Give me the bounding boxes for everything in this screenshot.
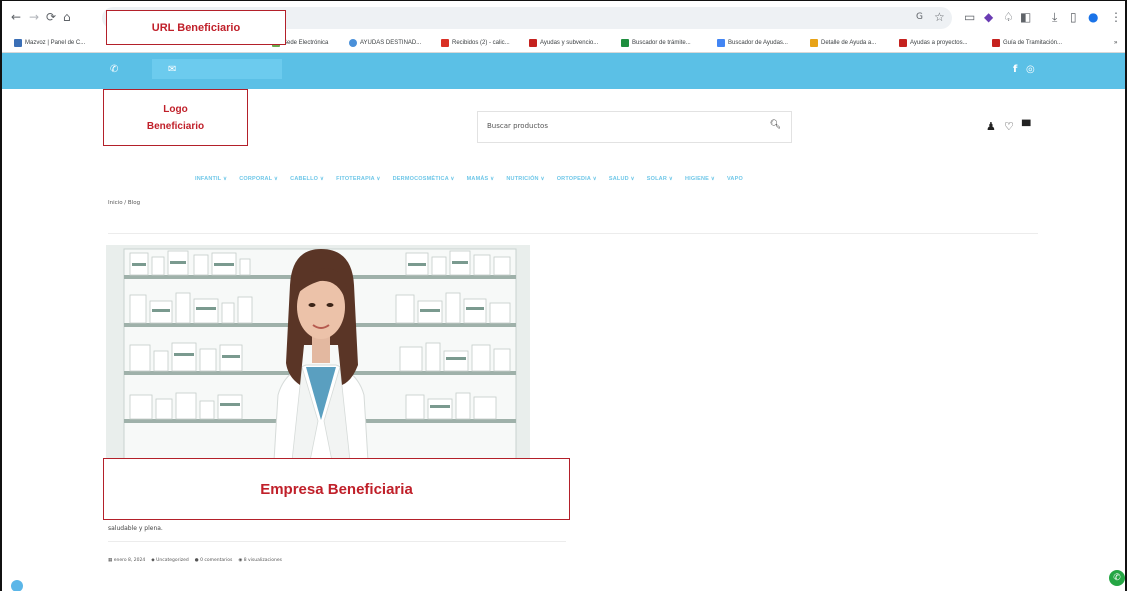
favicon-icon [441,39,449,47]
divider [108,233,1038,234]
post-category[interactable]: ◆ Uncategorized [151,558,189,563]
accessibility-icon[interactable] [11,580,23,591]
post-excerpt: saludable y plena. [108,525,163,532]
bookmark-item[interactable]: AYUDAS DESTINAD... [349,36,421,50]
bookmark-item[interactable]: Buscador de trámite... [621,36,691,50]
search-icon[interactable]: 🔍︎ [770,120,781,130]
home-icon[interactable]: ⌂ [63,10,71,24]
url-annotation-label: URL Beneficiario [151,21,241,34]
bookmark-item[interactable]: Detalle de Ayuda a... [810,36,876,50]
menu-item[interactable]: SOLAR ∨ [647,176,673,182]
eye-icon: ◉ [238,558,243,563]
menu-item[interactable]: INFANTIL ∨ [195,176,227,182]
company-annotation: Empresa Beneficiaria [103,458,570,520]
bookmark-item[interactable]: Recibidos (2) - calic... [441,36,510,50]
bookmark-item[interactable]: Ayudas a proyectos... [899,36,968,50]
cast-icon[interactable]: ▭ [964,10,975,24]
profile-icon[interactable]: ● [1088,10,1098,24]
comment-icon: ● [194,558,199,563]
phone-icon[interactable]: ✆ [110,64,118,75]
favicon-icon [992,39,1000,47]
bell-icon[interactable]: ♤ [1003,10,1014,24]
search-placeholder: Buscar productos [487,122,548,130]
menu-item[interactable]: ORTOPEDIA ∨ [557,176,597,182]
post-comments-text: 0 comentarios [200,558,233,563]
bookmarks-overflow-icon[interactable]: » [1114,36,1117,50]
menu-item[interactable]: VAPO [727,176,743,182]
bookmark-item[interactable]: Guía de Tramitación... [992,36,1062,50]
post-meta: ▦ enero 8, 2024 ◆ Uncategorized ● 0 come… [108,558,282,563]
menu-icon[interactable]: ⋮ [1110,10,1122,24]
logo-annotation-line2: Beneficiario [146,120,205,132]
back-icon[interactable]: ← [11,10,21,24]
extension-icon[interactable]: ◆ [984,10,993,24]
logo-annotation-line1: Logo [163,103,188,115]
account-icon[interactable]: ♟ [986,121,996,133]
reload-icon[interactable]: ⟳ [46,10,56,24]
menu-item[interactable]: DERMOCOSMÉTICA ∨ [393,176,455,182]
url-annotation: URL Beneficiario [106,10,286,45]
main-menu: INFANTIL ∨ CORPORAL ∨ CABELLO ∨ FITOTERA… [195,176,743,182]
post-views: ◉ 8 visualizaciones [238,558,282,563]
bookmark-item[interactable]: Buscador de Ayudas... [717,36,788,50]
menu-item[interactable]: CORPORAL ∨ [239,176,278,182]
logo-annotation: Logo Beneficiario [103,89,248,146]
post-comments[interactable]: ● 0 comentarios [195,558,233,563]
breadcrumb[interactable]: Inicio / Blog [108,200,140,206]
bookmark-item[interactable]: Mazvoz | Panel de C... [14,36,85,50]
tag-icon: ◆ [151,558,155,563]
menu-item[interactable]: CABELLO ∨ [290,176,324,182]
divider [108,541,566,542]
facebook-icon[interactable]: f [1013,64,1017,75]
menu-item[interactable]: NUTRICIÓN ∨ [506,176,544,182]
forward-icon[interactable]: → [29,10,39,24]
post-featured-image[interactable] [106,245,530,461]
product-search[interactable]: Buscar productos 🔍︎ [477,111,792,143]
sidepanel-icon[interactable]: ▯ [1070,10,1077,24]
post-date-text: enero 8, 2024 [113,558,146,563]
favicon-icon [621,39,629,47]
instagram-icon[interactable]: ◎ [1026,64,1035,75]
whatsapp-icon[interactable]: ✆ [1109,570,1125,586]
menu-item[interactable]: HIGIENE ∨ [685,176,715,182]
favicon-icon [529,39,537,47]
puzzle-icon[interactable]: ◧ [1020,10,1031,24]
post-views-text: 8 visualizaciones [243,558,282,563]
pharmacist-illustration [106,245,530,461]
site-topbar: ✆ ✉ f ◎ [2,53,1125,89]
favicon-icon [14,39,22,47]
favicon-icon [717,39,725,47]
favicon-icon [349,39,357,47]
star-icon[interactable]: ☆ [934,10,945,24]
mail-icon[interactable]: ✉ [168,64,176,75]
menu-item[interactable]: MAMÁS ∨ [467,176,495,182]
menu-item[interactable]: FITOTERAPIA ∨ [336,176,381,182]
calendar-icon: ▦ [108,558,113,563]
wishlist-icon[interactable]: ♡ [1004,121,1014,133]
download-icon[interactable]: ⤓ [1052,10,1057,24]
post-category-text: Uncategorized [156,558,189,563]
menu-item[interactable]: SALUD ∨ [609,176,635,182]
post-date: ▦ enero 8, 2024 [108,558,145,563]
favicon-icon [899,39,907,47]
bookmark-item[interactable]: Ayudas y subvencio... [529,36,598,50]
cart-icon[interactable]: ▀ [1022,121,1030,133]
favicon-icon [810,39,818,47]
translate-icon[interactable]: G [916,10,923,24]
company-annotation-label: Empresa Beneficiaria [260,480,413,498]
